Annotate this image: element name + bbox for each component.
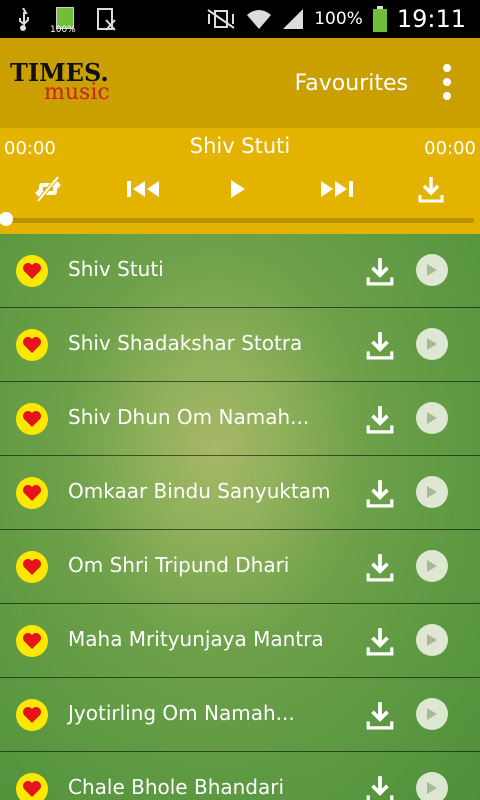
track-download-button[interactable]: [366, 774, 396, 800]
heart-icon: [23, 411, 41, 427]
repeat-off-button[interactable]: [28, 172, 68, 206]
favourite-heart-button[interactable]: [16, 255, 48, 287]
status-left-icons: 100%: [14, 7, 116, 35]
heart-icon: [23, 263, 41, 279]
track-title: Shiv Stuti: [68, 257, 164, 281]
download-icon: [366, 554, 394, 582]
track-download-button[interactable]: [366, 478, 396, 508]
track-play-button[interactable]: [416, 254, 448, 286]
skip-previous-icon: [127, 181, 159, 197]
play-icon: [231, 180, 245, 198]
previous-button[interactable]: [124, 172, 164, 206]
download-icon: [366, 258, 394, 286]
status-right-icons: 100% 19:11: [206, 0, 466, 38]
vibrate-mute-icon: [207, 9, 235, 29]
track-row[interactable]: Om Shri Tripund Dhari: [0, 530, 480, 604]
download-icon: [366, 702, 394, 730]
favourites-button[interactable]: Favourites: [295, 71, 408, 96]
download-icon: [366, 628, 394, 656]
track-download-button[interactable]: [366, 626, 396, 656]
heart-icon: [23, 337, 41, 353]
play-icon: [427, 412, 437, 424]
track-download-button[interactable]: [366, 700, 396, 730]
seek-bar[interactable]: [6, 218, 474, 223]
player-bar: 00:00 Shiv Stuti 00:00: [0, 128, 480, 234]
clock: 19:11: [396, 5, 466, 33]
now-playing-title: Shiv Stuti: [189, 134, 291, 158]
play-icon: [427, 338, 437, 350]
track-row[interactable]: Omkaar Bindu Sanyuktam: [0, 456, 480, 530]
track-title: Om Shri Tripund Dhari: [68, 553, 290, 577]
track-download-button[interactable]: [366, 330, 396, 360]
play-icon: [427, 560, 437, 572]
track-title: Chale Bhole Bhandari: [68, 775, 285, 799]
track-row[interactable]: Chale Bhole Bhandari: [0, 752, 480, 800]
sim-blocked-icon: [97, 8, 116, 31]
favourite-heart-button[interactable]: [16, 551, 48, 583]
play-icon: [427, 634, 437, 646]
play-icon: [427, 708, 437, 720]
overflow-menu-icon[interactable]: [442, 64, 452, 100]
track-play-button[interactable]: [416, 624, 448, 656]
wifi-icon: [247, 10, 272, 29]
download-icon: [366, 332, 394, 360]
track-play-button[interactable]: [416, 550, 448, 582]
download-icon: [418, 177, 444, 203]
track-download-button[interactable]: [366, 256, 396, 286]
duration-time: 00:00: [424, 138, 476, 159]
favourite-heart-button[interactable]: [16, 477, 48, 509]
logo-music-text: music: [44, 80, 110, 105]
favourite-heart-button[interactable]: [16, 773, 48, 800]
track-play-button[interactable]: [416, 698, 448, 730]
play-icon: [427, 486, 437, 498]
download-current-button[interactable]: [411, 172, 451, 206]
heart-icon: [23, 781, 41, 797]
battery-status-icon: 100%: [50, 7, 76, 35]
track-title: Omkaar Bindu Sanyuktam: [68, 479, 331, 503]
track-row[interactable]: Jyotirling Om Namah...: [0, 678, 480, 752]
times-music-logo[interactable]: TIMES. music: [10, 58, 140, 108]
track-list: Shiv Stuti Shiv Shadakshar Stotra Shiv Dhu…: [0, 234, 480, 800]
heart-icon: [23, 707, 41, 723]
usb-icon: [19, 8, 29, 31]
next-button[interactable]: [316, 172, 356, 206]
track-title: Jyotirling Om Namah...: [68, 701, 295, 725]
battery-icon: [372, 6, 387, 32]
skip-next-icon: [321, 181, 353, 197]
seek-knob[interactable]: [0, 212, 13, 226]
heart-icon: [23, 485, 41, 501]
track-play-button[interactable]: [416, 328, 448, 360]
track-row[interactable]: Shiv Dhun Om Namah...: [0, 382, 480, 456]
favourite-heart-button[interactable]: [16, 625, 48, 657]
track-play-button[interactable]: [416, 772, 448, 800]
track-title: Shiv Shadakshar Stotra: [68, 331, 303, 355]
track-row[interactable]: Maha Mrityunjaya Mantra: [0, 604, 480, 678]
battery-percent: 100%: [314, 9, 363, 29]
favourite-heart-button[interactable]: [16, 329, 48, 361]
track-title: Maha Mrityunjaya Mantra: [68, 627, 324, 651]
track-row[interactable]: Shiv Shadakshar Stotra: [0, 308, 480, 382]
app-bar: TIMES. music Favourites: [0, 38, 480, 128]
status-bar: 100% 100% 19:11: [0, 0, 480, 38]
heart-icon: [23, 559, 41, 575]
download-icon: [366, 776, 394, 800]
track-row[interactable]: Shiv Stuti: [0, 234, 480, 308]
play-icon: [427, 782, 437, 794]
track-play-button[interactable]: [416, 402, 448, 434]
repeat-off-icon: [35, 175, 61, 203]
track-download-button[interactable]: [366, 404, 396, 434]
small-battery-label: 100%: [50, 25, 76, 35]
play-button[interactable]: [218, 172, 258, 206]
track-title: Shiv Dhun Om Namah...: [68, 405, 310, 429]
play-icon: [427, 264, 437, 276]
download-icon: [366, 480, 394, 508]
favourite-heart-button[interactable]: [16, 403, 48, 435]
track-play-button[interactable]: [416, 476, 448, 508]
heart-icon: [23, 633, 41, 649]
favourite-heart-button[interactable]: [16, 699, 48, 731]
track-download-button[interactable]: [366, 552, 396, 582]
signal-icon: [283, 9, 304, 29]
download-icon: [366, 406, 394, 434]
